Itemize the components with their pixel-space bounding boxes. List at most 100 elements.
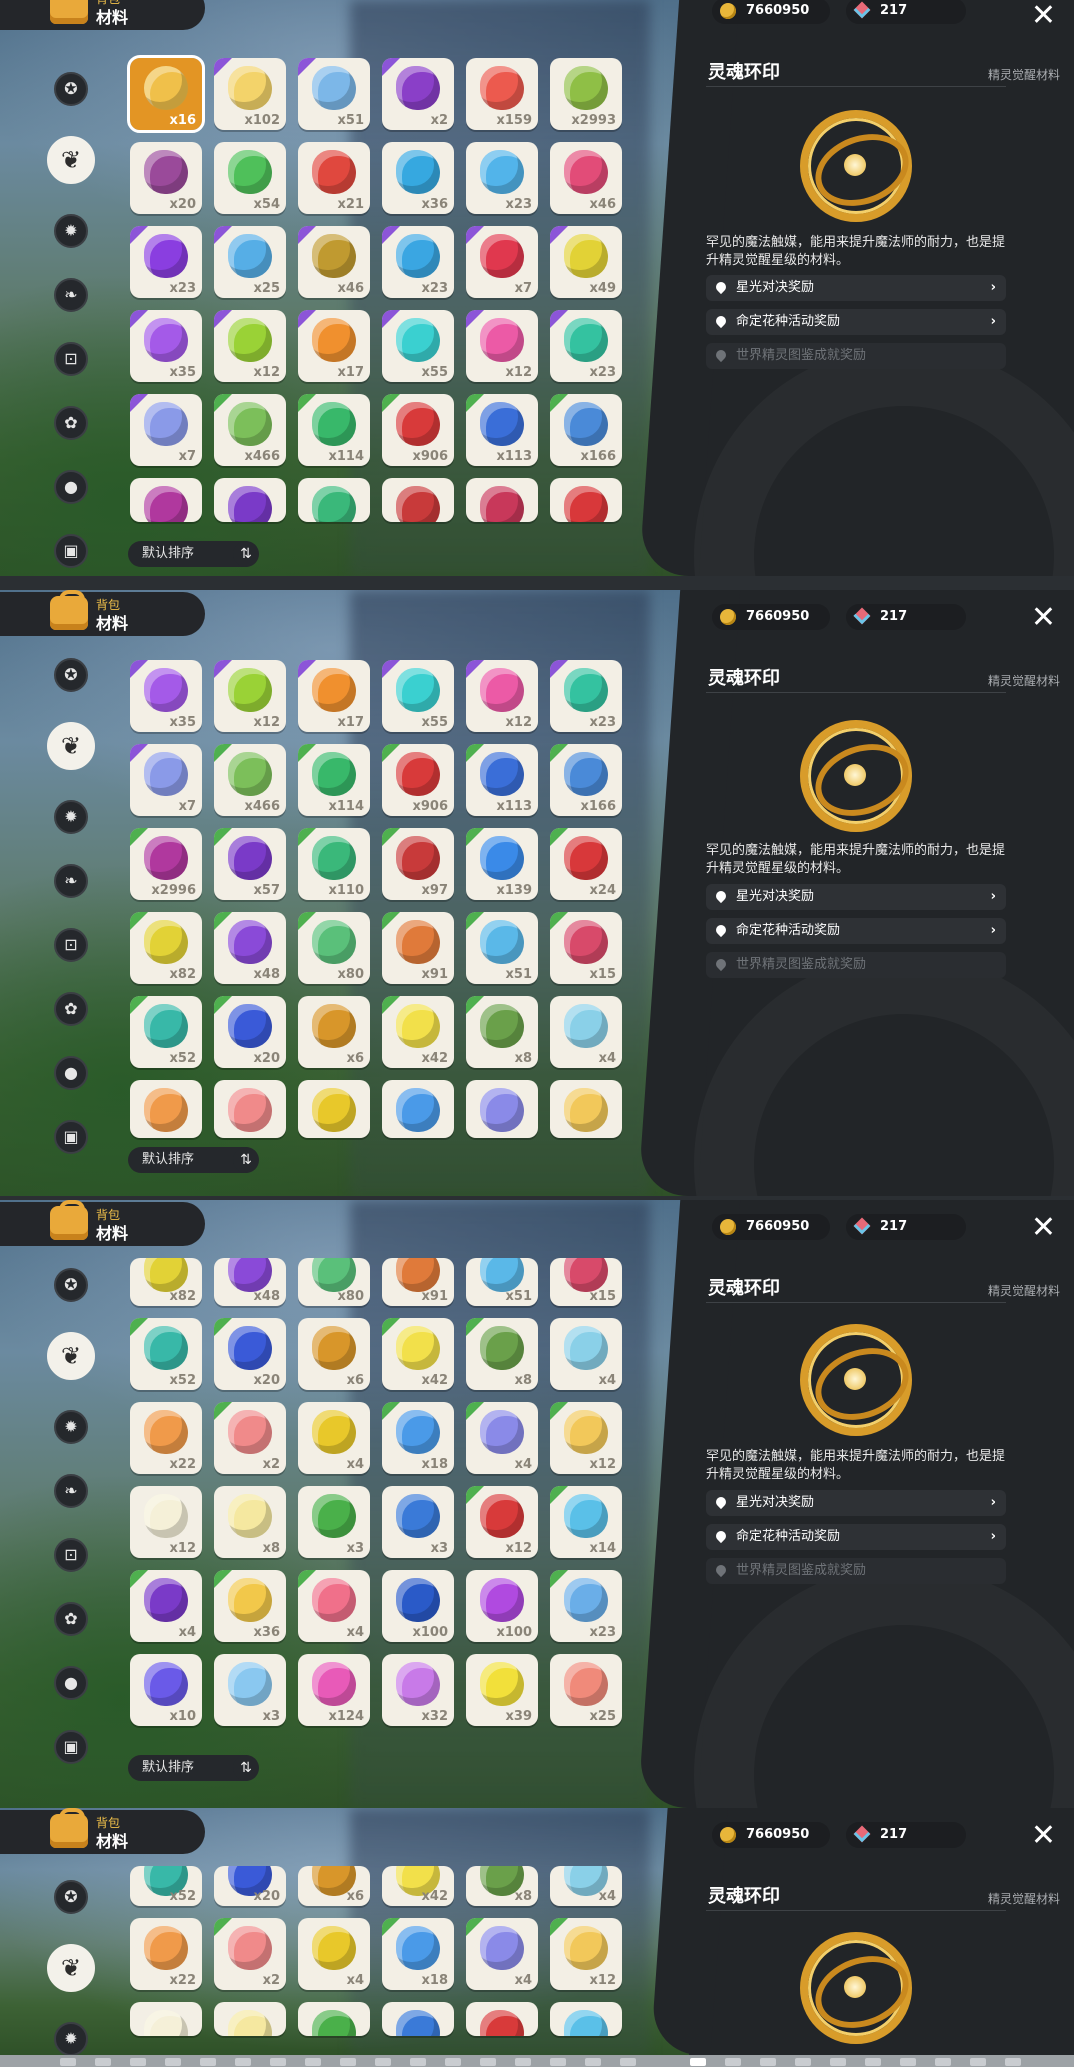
cart-icon[interactable]: ⊡ [54, 342, 88, 376]
item-slot[interactable] [382, 478, 454, 522]
acorn-icon[interactable]: ● [54, 1666, 88, 1700]
star-badge-icon[interactable]: ✪ [54, 72, 88, 106]
item-slot[interactable] [298, 2002, 370, 2036]
item-slot[interactable]: x466 [214, 394, 286, 466]
item-slot[interactable]: x110 [298, 828, 370, 900]
item-slot[interactable]: x100 [382, 1570, 454, 1642]
item-slot[interactable]: x23 [550, 310, 622, 382]
page-dot[interactable] [410, 2058, 426, 2066]
item-slot[interactable]: x7 [130, 744, 202, 816]
item-slot[interactable]: x91 [382, 1258, 454, 1306]
chest-icon[interactable]: ▣ [54, 534, 88, 568]
sort-order-toggle[interactable]: ⇅ [233, 541, 259, 567]
item-slot[interactable]: x22 [130, 1918, 202, 1990]
item-slot[interactable]: x113 [466, 744, 538, 816]
page-dot[interactable] [270, 2058, 286, 2066]
item-slot[interactable]: x18 [382, 1402, 454, 1474]
item-slot[interactable] [466, 1080, 538, 1138]
item-slot[interactable] [298, 478, 370, 522]
item-slot[interactable]: x18 [382, 1918, 454, 1990]
item-slot[interactable]: x52 [130, 996, 202, 1068]
item-slot[interactable]: x15 [550, 1258, 622, 1306]
close-icon[interactable]: ✕ [1031, 600, 1056, 635]
item-slot[interactable] [298, 1080, 370, 1138]
page-dot[interactable] [235, 2058, 251, 2066]
spark-icon[interactable]: ✹ [54, 214, 88, 248]
page-dot[interactable] [340, 2058, 356, 2066]
item-slot[interactable]: x4 [298, 1402, 370, 1474]
item-slot[interactable]: x6 [298, 996, 370, 1068]
item-slot[interactable]: x4 [550, 996, 622, 1068]
item-slot[interactable]: x80 [298, 1258, 370, 1306]
spark-icon[interactable]: ✹ [54, 800, 88, 834]
item-slot[interactable]: x6 [298, 1318, 370, 1390]
item-slot[interactable]: x4 [466, 1918, 538, 1990]
item-slot[interactable]: x139 [466, 828, 538, 900]
item-slot[interactable]: x4 [298, 1570, 370, 1642]
item-slot[interactable]: x8 [214, 1486, 286, 1558]
item-slot[interactable]: x12 [466, 310, 538, 382]
item-slot[interactable]: x4 [298, 1918, 370, 1990]
source-starlight-duel[interactable]: 星光对决奖励 › [706, 884, 1006, 910]
item-slot[interactable]: x12 [466, 1486, 538, 1558]
item-slot[interactable]: x124 [298, 1654, 370, 1726]
page-dot[interactable] [515, 2058, 531, 2066]
item-slot[interactable]: x46 [298, 226, 370, 298]
item-slot[interactable]: x20 [214, 1866, 286, 1906]
page-dot[interactable] [480, 2058, 496, 2066]
page-dot[interactable] [60, 2058, 76, 2066]
page-dot[interactable] [445, 2058, 461, 2066]
item-slot[interactable]: x23 [550, 660, 622, 732]
item-slot[interactable]: x113 [466, 394, 538, 466]
item-slot[interactable]: x100 [466, 1570, 538, 1642]
bag-tab-header[interactable]: 背包 材料 [0, 590, 205, 636]
item-slot[interactable]: x12 [466, 660, 538, 732]
item-slot[interactable]: x39 [466, 1654, 538, 1726]
item-slot[interactable]: x57 [214, 828, 286, 900]
item-slot[interactable]: x114 [298, 394, 370, 466]
item-slot[interactable]: x12 [550, 1402, 622, 1474]
source-flower-event[interactable]: 命定花种活动奖励 › [706, 309, 1006, 335]
page-dot[interactable] [550, 2058, 566, 2066]
item-slot[interactable] [550, 2002, 622, 2036]
item-slot[interactable]: x15 [550, 912, 622, 984]
sort-order-toggle[interactable]: ⇅ [233, 1755, 259, 1781]
item-slot[interactable]: x12 [214, 310, 286, 382]
item-slot[interactable]: x906 [382, 744, 454, 816]
source-starlight-duel[interactable]: 星光对决奖励 › [706, 1490, 1006, 1516]
source-starlight-duel[interactable]: 星光对决奖励 › [706, 275, 1006, 301]
item-slot[interactable]: x23 [550, 1570, 622, 1642]
item-slot[interactable]: x80 [298, 912, 370, 984]
item-slot[interactable] [466, 478, 538, 522]
page-dot[interactable] [725, 2058, 741, 2066]
item-slot[interactable]: x17 [298, 660, 370, 732]
item-slot[interactable]: x48 [214, 912, 286, 984]
item-slot[interactable] [382, 1080, 454, 1138]
item-slot[interactable]: x46 [550, 142, 622, 214]
item-slot[interactable]: x4 [550, 1866, 622, 1906]
item-slot[interactable]: x12 [550, 1918, 622, 1990]
page-dot[interactable] [900, 2058, 916, 2066]
leaf-icon[interactable]: ❦ [47, 1332, 95, 1380]
item-slot[interactable]: x102 [214, 58, 286, 130]
item-slot[interactable]: x4 [466, 1402, 538, 1474]
cart-icon[interactable]: ⊡ [54, 1538, 88, 1572]
page-dot[interactable] [760, 2058, 776, 2066]
spark-icon[interactable]: ✹ [54, 1410, 88, 1444]
item-slot[interactable]: x51 [298, 58, 370, 130]
item-slot[interactable]: x2993 [550, 58, 622, 130]
page-dot[interactable] [620, 2058, 636, 2066]
source-flower-event[interactable]: 命定花种活动奖励 › [706, 1524, 1006, 1550]
item-slot[interactable]: x466 [214, 744, 286, 816]
item-slot[interactable]: x166 [550, 394, 622, 466]
item-slot[interactable]: x42 [382, 1318, 454, 1390]
flower-icon[interactable]: ✿ [54, 992, 88, 1026]
item-slot[interactable] [130, 478, 202, 522]
seedling-icon[interactable]: ❧ [54, 278, 88, 312]
item-slot[interactable]: x51 [466, 1258, 538, 1306]
item-slot[interactable]: x82 [130, 1258, 202, 1306]
item-slot[interactable]: x20 [130, 142, 202, 214]
item-slot[interactable]: x16 [127, 55, 205, 133]
item-slot[interactable]: x97 [382, 828, 454, 900]
leaf-icon[interactable]: ❦ [47, 136, 95, 184]
